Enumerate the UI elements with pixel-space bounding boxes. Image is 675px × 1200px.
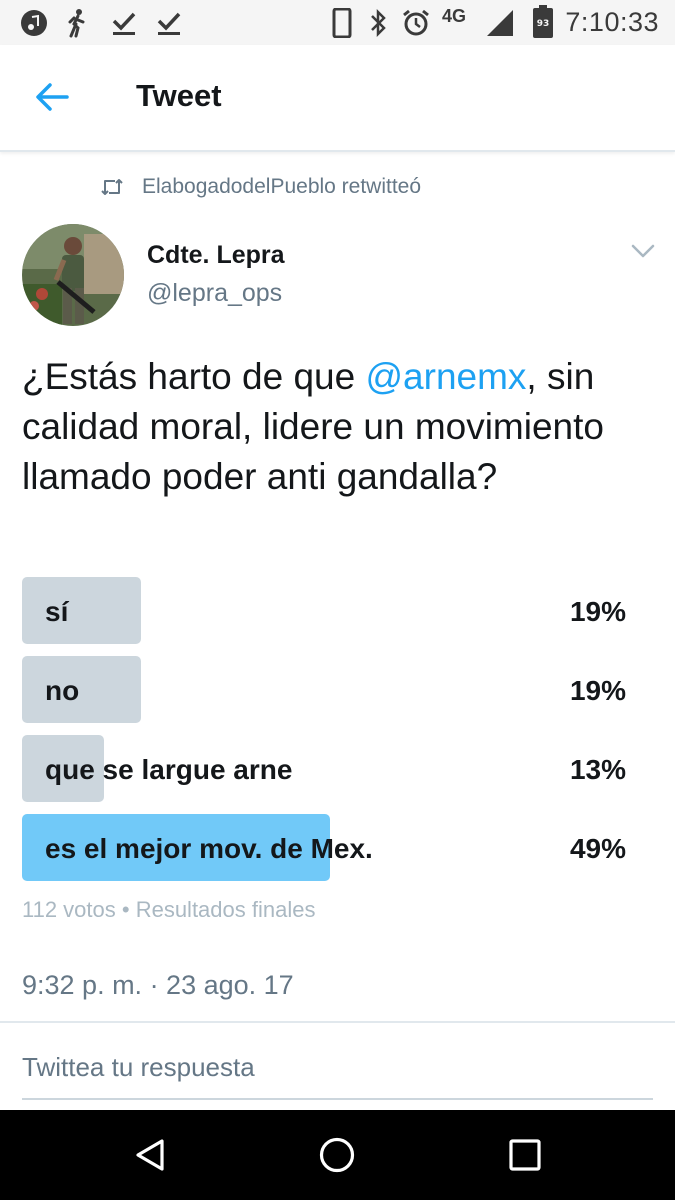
page-title: Tweet <box>136 78 222 113</box>
status-bar: 4G 93 7:10:33 <box>0 0 675 45</box>
download-check-icon <box>154 8 184 38</box>
download-check-icon <box>109 8 139 38</box>
poll-meta: 112 votos • Resultados finales <box>22 897 316 922</box>
reply-input[interactable]: Twittea tu respuesta <box>22 1040 653 1100</box>
back-button[interactable] <box>24 71 80 123</box>
poll-option-label: no <box>45 675 80 706</box>
chevron-down-icon <box>631 244 655 258</box>
app-bar: Tweet <box>0 45 675 152</box>
poll-option: no 19% <box>22 656 630 723</box>
retweet-context[interactable]: ElabogadodelPueblo retwitteó <box>100 172 421 202</box>
poll-option-label: sí <box>45 596 69 627</box>
signal-icon <box>484 8 516 38</box>
tweet-timestamp: 9:32 p. m. · 23 ago. 17 <box>22 970 294 1000</box>
reply-placeholder: Twittea tu respuesta <box>22 1052 255 1082</box>
hiker-icon <box>64 8 92 38</box>
nav-home-button[interactable] <box>314 1132 360 1178</box>
nav-recents-button[interactable] <box>502 1132 548 1178</box>
poll-option: es el mejor mov. de Mex. 49% <box>22 814 630 881</box>
poll-option: que se largue arne 13% <box>22 735 630 802</box>
navigation-bar <box>0 1110 675 1200</box>
author-handle[interactable]: @lepra_ops <box>147 279 282 308</box>
mention-link[interactable]: @arnemx <box>365 356 526 397</box>
avatar[interactable] <box>22 224 124 326</box>
phone-icon <box>330 8 354 38</box>
retweet-text: ElabogadodelPueblo retwitteó <box>142 175 422 198</box>
poll-option-label: que se largue arne <box>45 754 293 785</box>
poll-bar <box>22 656 141 723</box>
battery-icon: 93 <box>531 5 555 38</box>
home-circle-icon <box>319 1137 355 1173</box>
divider <box>0 1021 675 1023</box>
alarm-icon <box>400 8 432 38</box>
tweet-menu-button[interactable] <box>628 240 658 262</box>
music-icon <box>19 8 49 38</box>
poll-option-percent: 49% <box>569 833 626 864</box>
battery-level: 93 <box>536 19 550 29</box>
poll-option-label: es el mejor mov. de Mex. <box>45 833 373 864</box>
poll-bar <box>22 577 141 644</box>
tweet-text: ¿Estás harto de que @arnemx, sin calidad… <box>22 352 652 502</box>
tweet-text-before: ¿Estás harto de que <box>22 356 366 397</box>
arrow-left-icon <box>36 83 69 111</box>
poll-option-percent: 19% <box>569 596 626 627</box>
status-time: 7:10:33 <box>565 7 659 37</box>
retweet-icon <box>100 175 126 199</box>
recents-square-icon <box>509 1139 541 1171</box>
poll-option: sí 19% <box>22 577 630 644</box>
nav-back-button[interactable] <box>127 1132 173 1178</box>
bluetooth-icon <box>366 8 390 38</box>
back-triangle-icon <box>136 1139 164 1171</box>
author-name[interactable]: Cdte. Lepra <box>147 241 285 270</box>
poll-option-percent: 19% <box>569 675 626 706</box>
poll: sí 19% no 19% que se largue arne 13% es … <box>22 577 630 893</box>
network-type: 4G <box>442 6 467 26</box>
poll-option-percent: 13% <box>569 754 626 785</box>
